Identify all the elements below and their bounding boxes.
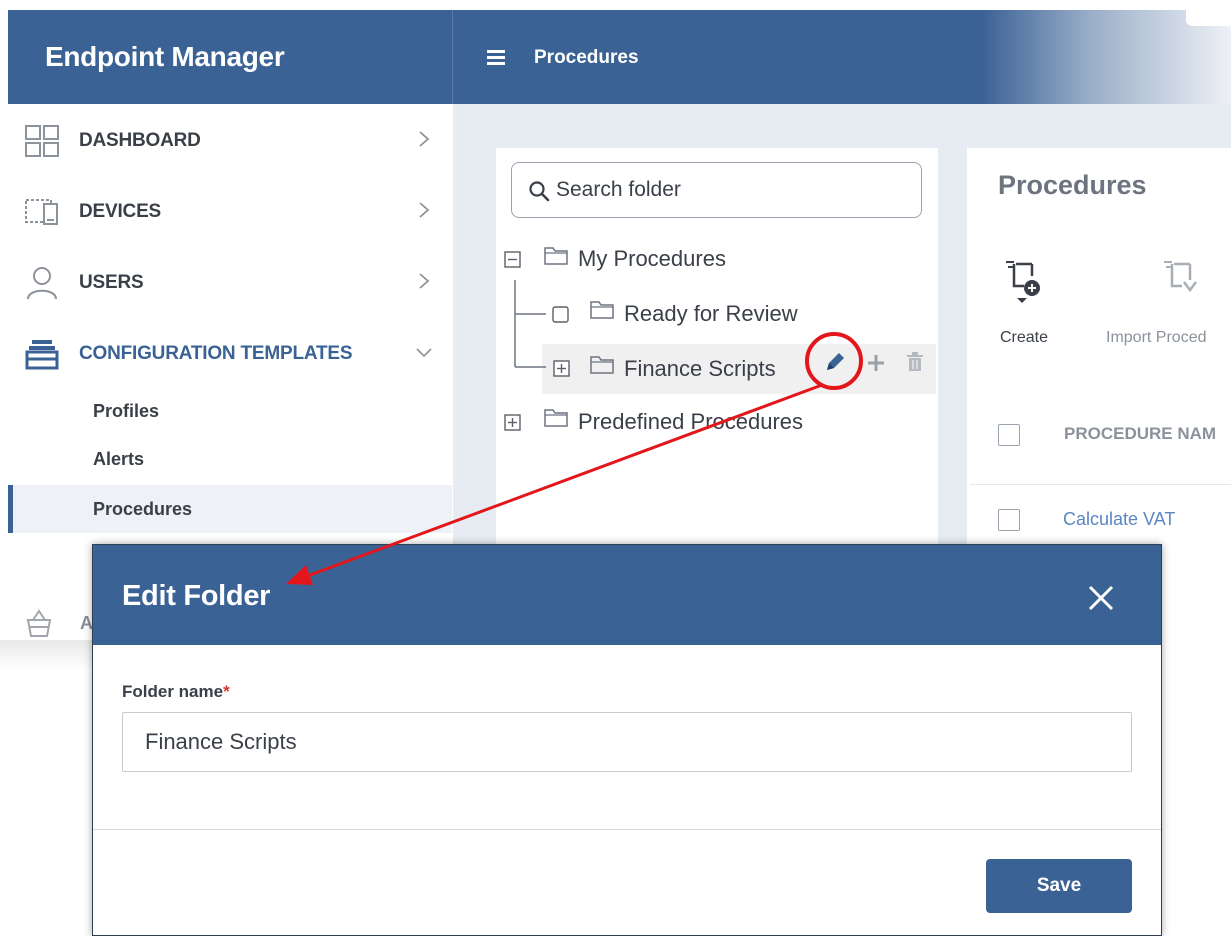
edit-folder-dialog: Edit Folder Folder name* Save <box>92 544 1162 936</box>
sidebar-header: Endpoint Manager <box>8 10 452 104</box>
top-bar: Procedures <box>452 10 1231 104</box>
expand-icon[interactable] <box>504 414 522 432</box>
required-asterisk: * <box>223 682 230 701</box>
dialog-title: Edit Folder <box>122 580 271 612</box>
sidebar-item-label: DASHBOARD <box>79 130 201 151</box>
folder-icon <box>590 356 614 374</box>
add-icon[interactable] <box>866 353 886 373</box>
sidebar-item-users[interactable]: USERS <box>8 254 452 310</box>
search-box[interactable] <box>511 162 922 218</box>
search-input[interactable] <box>556 175 906 205</box>
select-all-checkbox[interactable] <box>998 424 1020 446</box>
collapse-icon[interactable] <box>504 251 522 269</box>
basket-icon <box>26 609 52 637</box>
procedures-panel-title: Procedures <box>998 170 1147 200</box>
shadow-band <box>0 640 100 670</box>
folder-icon <box>544 409 568 427</box>
sidebar-subitem-profiles[interactable]: Profiles <box>8 387 452 435</box>
chevron-right-icon <box>419 131 430 147</box>
app-title: Endpoint Manager <box>45 41 285 72</box>
edit-pencil-icon[interactable] <box>822 349 848 375</box>
import-button-label[interactable]: Import Proced <box>1106 329 1206 347</box>
sidebar-subitem-label: Profiles <box>93 401 160 421</box>
save-button[interactable]: Save <box>986 859 1132 913</box>
create-button-label[interactable]: Create <box>1000 329 1048 347</box>
dialog-divider <box>93 829 1161 830</box>
tree-node-ready-for-review[interactable]: Ready for Review <box>624 301 798 327</box>
sidebar-item-label: CONFIGURATION TEMPLATES <box>79 343 353 364</box>
dashboard-grid-icon <box>25 125 59 157</box>
folder-icon <box>590 301 614 319</box>
sidebar-subitem-alerts[interactable]: Alerts <box>8 435 452 483</box>
table-divider <box>970 484 1231 485</box>
tree-node-finance-scripts[interactable]: Finance Scripts <box>624 356 776 382</box>
hamburger-menu-icon[interactable] <box>487 50 505 66</box>
sidebar-subitem-label: Procedures <box>93 499 193 519</box>
folder-name-input[interactable] <box>122 712 1132 772</box>
row-checkbox[interactable] <box>998 509 1020 531</box>
import-procedure-icon[interactable] <box>1160 258 1200 298</box>
close-icon[interactable] <box>1085 582 1117 614</box>
folder-name-label: Folder name* <box>122 682 230 702</box>
chevron-down-icon <box>416 348 432 358</box>
folder-name-label-text: Folder name <box>122 682 224 701</box>
tree-node-my-procedures[interactable]: My Procedures <box>578 246 726 272</box>
chevron-right-icon <box>419 273 430 289</box>
column-header-procedure-name[interactable]: PROCEDURE NAM <box>1064 424 1216 444</box>
search-icon <box>529 181 550 202</box>
sidebar-subitem-procedures[interactable]: Procedures <box>8 485 452 533</box>
sidebar-item-configuration-templates[interactable]: CONFIGURATION TEMPLATES <box>8 325 452 381</box>
sidebar-item-label: DEVICES <box>79 201 162 222</box>
expand-icon[interactable] <box>553 360 571 378</box>
procedures-panel <box>967 148 1231 548</box>
chevron-right-icon <box>419 202 430 218</box>
sidebar-item-label: USERS <box>79 272 144 293</box>
sidebar-item-dashboard[interactable]: DASHBOARD <box>8 112 452 168</box>
tree-connector <box>514 280 546 368</box>
create-procedure-icon[interactable] <box>1002 258 1042 304</box>
folder-icon <box>544 247 568 265</box>
dialog-header: Edit Folder <box>93 545 1161 645</box>
devices-icon <box>25 199 58 225</box>
top-corner-widget <box>1186 10 1231 26</box>
user-icon <box>27 267 57 300</box>
procedure-link-calculate-vat[interactable]: Calculate VAT <box>1063 509 1175 530</box>
page-title: Procedures <box>534 47 639 68</box>
active-indicator <box>8 485 13 533</box>
leaf-box-icon <box>552 306 569 323</box>
tree-node-predefined-procedures[interactable]: Predefined Procedures <box>578 409 803 435</box>
configuration-templates-icon <box>25 340 59 370</box>
sidebar-item-devices[interactable]: DEVICES <box>8 183 452 239</box>
sidebar-subitem-label: Alerts <box>93 449 145 469</box>
trash-icon[interactable] <box>906 352 924 372</box>
